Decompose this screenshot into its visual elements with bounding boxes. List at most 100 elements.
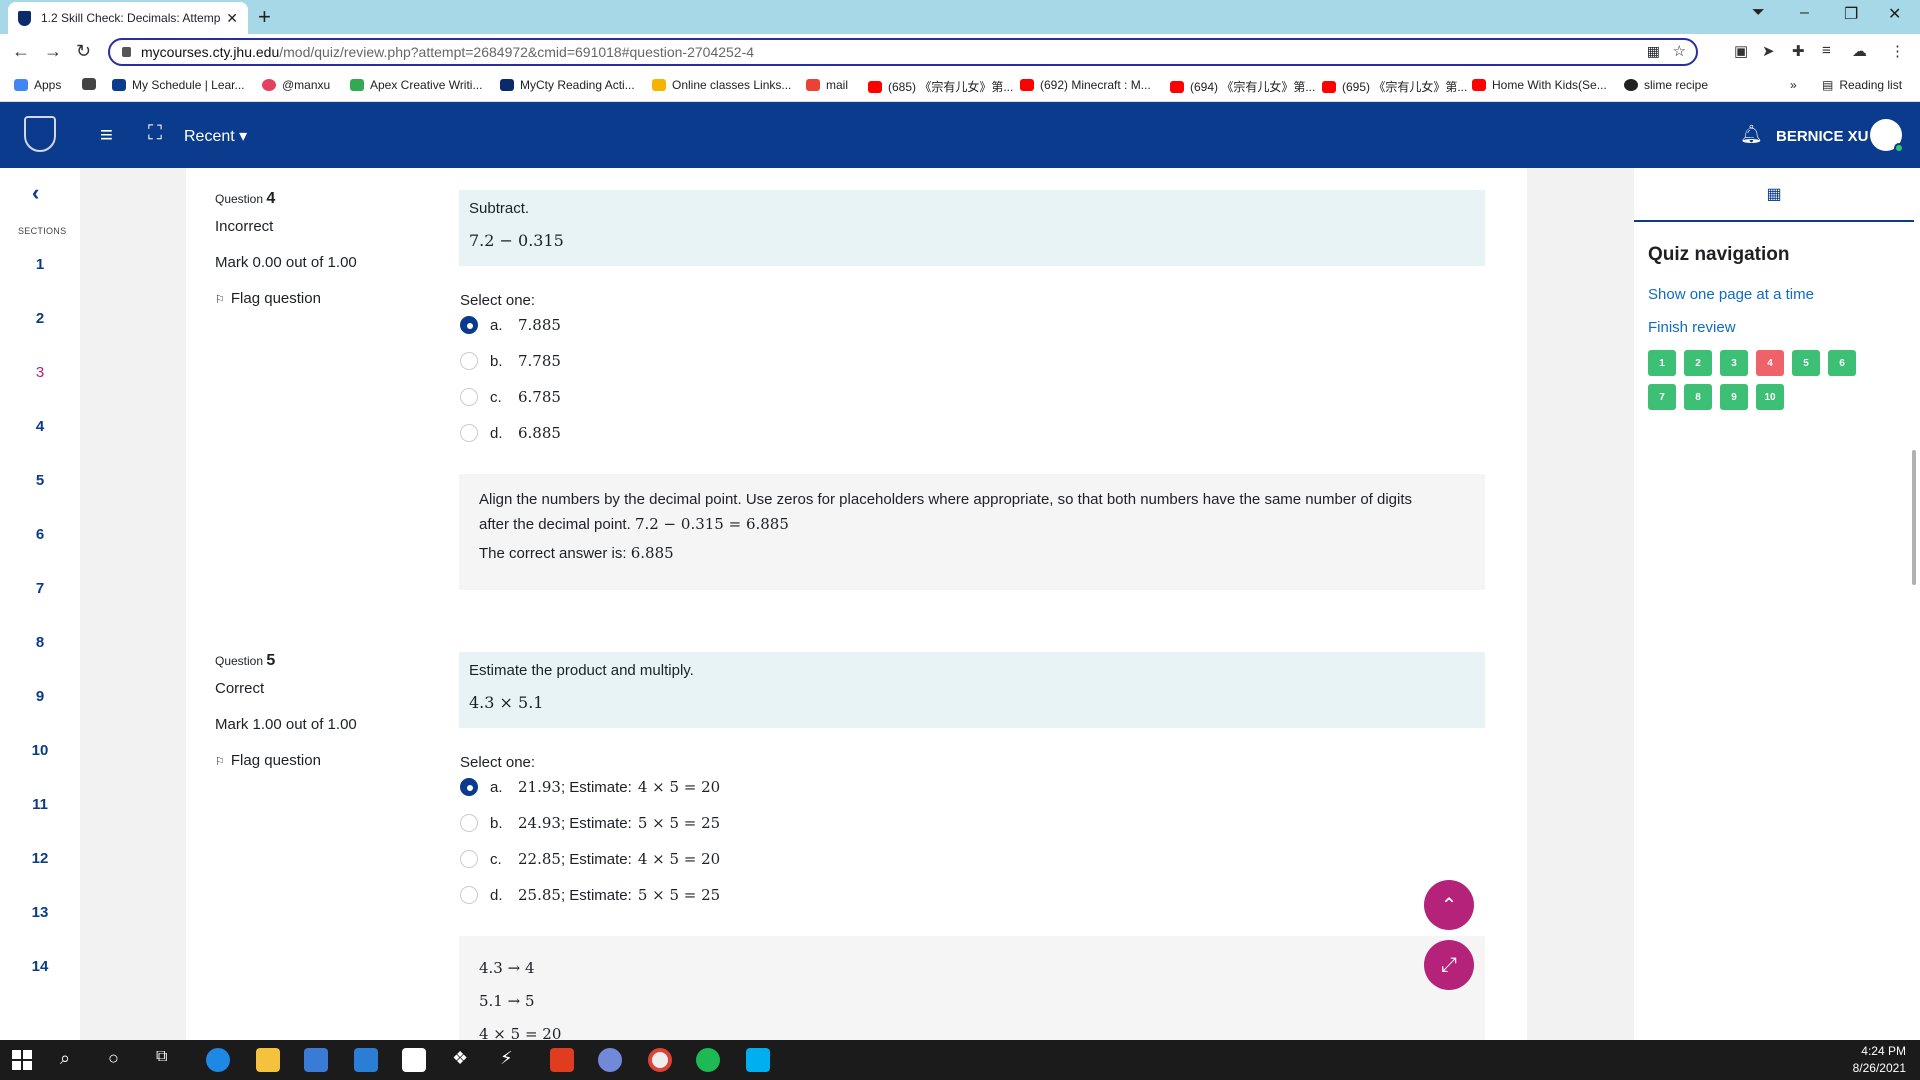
close-tab-icon[interactable]: ✕ bbox=[226, 10, 238, 27]
show-one-page-link[interactable]: Show one page at a time bbox=[1648, 286, 1814, 303]
menu-hamburger-icon[interactable]: ≡ bbox=[100, 122, 113, 148]
notification-bell-icon[interactable]: 🔔︎ bbox=[1740, 124, 1763, 145]
radio-button[interactable] bbox=[460, 778, 478, 796]
taskbar-clock[interactable]: 4:24 PM 8/26/2021 bbox=[1853, 1043, 1906, 1077]
jhu-logo[interactable] bbox=[24, 116, 56, 152]
section-link-10[interactable]: 10 bbox=[0, 742, 80, 759]
radio-button[interactable] bbox=[460, 424, 478, 442]
back-arrow-icon[interactable]: ← bbox=[12, 41, 30, 62]
chrome-icon[interactable] bbox=[648, 1048, 672, 1072]
app-icon[interactable]: ⚡︎ bbox=[500, 1048, 524, 1072]
windows-start-icon[interactable] bbox=[12, 1050, 32, 1070]
bookmark-item[interactable]: Apex Creative Writi... bbox=[350, 78, 482, 92]
quiz-nav-question-5[interactable]: 5 bbox=[1792, 350, 1820, 376]
browser-tab[interactable]: 1.2 Skill Check: Decimals: Attemp ✕ bbox=[8, 2, 248, 34]
radio-button[interactable] bbox=[460, 850, 478, 868]
quiz-nav-question-6[interactable]: 6 bbox=[1828, 350, 1856, 376]
amazon-icon[interactable] bbox=[402, 1048, 426, 1072]
cortana-icon[interactable]: ○ bbox=[108, 1048, 132, 1072]
drawer-tab-blocks[interactable]: ▦ bbox=[1634, 168, 1914, 222]
answer-option[interactable]: b. 7.785 bbox=[460, 352, 561, 370]
search-icon[interactable]: ⌕ bbox=[60, 1048, 84, 1072]
bookmark-item[interactable]: Home With Kids(Se... bbox=[1472, 78, 1607, 92]
minimize-icon[interactable]: – bbox=[1800, 4, 1809, 22]
section-link-6[interactable]: 6 bbox=[0, 526, 80, 543]
finish-review-link[interactable]: Finish review bbox=[1648, 319, 1736, 336]
bookmark-item[interactable]: mail bbox=[806, 78, 848, 92]
bookmark-item[interactable] bbox=[82, 78, 102, 90]
skype-icon[interactable] bbox=[746, 1048, 770, 1072]
forward-arrow-icon[interactable]: → bbox=[44, 41, 62, 62]
quiz-nav-question-2[interactable]: 2 bbox=[1684, 350, 1712, 376]
extensions-puzzle-icon[interactable]: ✚ bbox=[1792, 42, 1805, 60]
quiz-nav-question-10[interactable]: 10 bbox=[1756, 384, 1784, 410]
answer-option[interactable]: c. 22.85; Estimate: 4 × 5 = 20 bbox=[460, 850, 720, 868]
extension-send-icon[interactable]: ➤ bbox=[1762, 42, 1775, 60]
extension-cast-icon[interactable]: ▣ bbox=[1734, 42, 1748, 60]
bookmark-item[interactable]: (685) 《宗有儿女》第... bbox=[868, 78, 1013, 95]
reload-icon[interactable]: ↻ bbox=[76, 41, 91, 62]
quiz-nav-question-7[interactable]: 7 bbox=[1648, 384, 1676, 410]
section-link-7[interactable]: 7 bbox=[0, 580, 80, 597]
avatar[interactable] bbox=[1870, 119, 1904, 153]
office-icon[interactable] bbox=[550, 1048, 574, 1072]
answer-option[interactable]: c. 6.785 bbox=[460, 388, 561, 406]
quiz-nav-question-8[interactable]: 8 bbox=[1684, 384, 1712, 410]
discord-icon[interactable] bbox=[598, 1048, 622, 1072]
bookmark-item[interactable]: (692) Minecraft : M... bbox=[1020, 78, 1151, 92]
section-link-13[interactable]: 13 bbox=[0, 904, 80, 921]
radio-button[interactable] bbox=[460, 886, 478, 904]
answer-option[interactable]: a. 21.93; Estimate: 4 × 5 = 20 bbox=[460, 778, 720, 796]
section-link-14[interactable]: 14 bbox=[0, 958, 80, 975]
section-link-11[interactable]: 11 bbox=[0, 796, 80, 813]
address-bar[interactable]: mycourses.cty.jhu.edu/mod/quiz/review.ph… bbox=[108, 38, 1698, 66]
section-link-3[interactable]: 3 bbox=[0, 364, 80, 381]
file-explorer-icon[interactable] bbox=[256, 1048, 280, 1072]
answer-option[interactable]: a. 7.885 bbox=[460, 316, 561, 334]
scrollbar-thumb[interactable] bbox=[1912, 450, 1916, 585]
answer-option[interactable]: d. 6.885 bbox=[460, 424, 561, 442]
scroll-to-top-button[interactable]: ⌃ bbox=[1424, 880, 1474, 930]
fullscreen-icon[interactable]: ⛶ bbox=[148, 122, 162, 145]
recent-dropdown[interactable]: Recent ▾ bbox=[184, 126, 247, 146]
new-tab-icon[interactable]: + bbox=[258, 4, 271, 30]
bookmark-item[interactable]: MyCty Reading Acti... bbox=[500, 78, 635, 92]
bookmark-item[interactable]: My Schedule | Lear... bbox=[112, 78, 245, 92]
bookmark-apps[interactable]: Apps bbox=[14, 78, 61, 92]
media-queue-icon[interactable]: ≡ bbox=[1822, 42, 1831, 59]
section-link-12[interactable]: 12 bbox=[0, 850, 80, 867]
expand-button[interactable]: ⤢ bbox=[1424, 940, 1474, 990]
quiz-nav-question-9[interactable]: 9 bbox=[1720, 384, 1748, 410]
profile-dropdown-icon[interactable]: ⏷ bbox=[1752, 4, 1765, 22]
radio-button[interactable] bbox=[460, 316, 478, 334]
bookmark-item[interactable]: Online classes Links... bbox=[652, 78, 791, 92]
radio-button[interactable] bbox=[460, 814, 478, 832]
section-link-9[interactable]: 9 bbox=[0, 688, 80, 705]
section-link-8[interactable]: 8 bbox=[0, 634, 80, 651]
quiz-nav-question-3[interactable]: 3 bbox=[1720, 350, 1748, 376]
quiz-nav-question-1[interactable]: 1 bbox=[1648, 350, 1676, 376]
user-name[interactable]: BERNICE XU bbox=[1776, 128, 1869, 145]
flag-question-button[interactable]: ⚐ Flag question bbox=[215, 752, 357, 769]
quiz-nav-question-4[interactable]: 4 bbox=[1756, 350, 1784, 376]
reading-list-button[interactable]: ▤ Reading list bbox=[1822, 78, 1902, 92]
bookmark-item[interactable]: slime recipe bbox=[1624, 78, 1708, 92]
more-bookmarks-button[interactable]: » bbox=[1790, 78, 1797, 92]
bookmark-item[interactable]: @manxu bbox=[262, 78, 330, 92]
chrome-menu-icon[interactable]: ⋮ bbox=[1890, 42, 1905, 60]
section-link-4[interactable]: 4 bbox=[0, 418, 80, 435]
task-view-icon[interactable]: ⧉ bbox=[156, 1048, 180, 1072]
restore-icon[interactable]: ❐ bbox=[1844, 4, 1858, 24]
spotify-icon[interactable] bbox=[696, 1048, 720, 1072]
flag-question-button[interactable]: ⚐ Flag question bbox=[215, 290, 357, 307]
radio-button[interactable] bbox=[460, 388, 478, 406]
edge-icon[interactable] bbox=[206, 1048, 230, 1072]
extension-misc-icon[interactable]: ☁ bbox=[1852, 42, 1867, 60]
bookmark-star-icon[interactable]: ☆ bbox=[1673, 42, 1686, 60]
dropbox-icon[interactable]: ❖ bbox=[452, 1048, 476, 1072]
chevron-left-icon[interactable]: ‹ bbox=[32, 180, 39, 206]
mail-icon[interactable] bbox=[354, 1048, 378, 1072]
qr-code-icon[interactable]: ▦ bbox=[1647, 43, 1660, 60]
bookmark-item[interactable]: (694) 《宗有儿女》第... bbox=[1170, 78, 1315, 95]
bookmark-item[interactable]: (695) 《宗有儿女》第... bbox=[1322, 78, 1467, 95]
